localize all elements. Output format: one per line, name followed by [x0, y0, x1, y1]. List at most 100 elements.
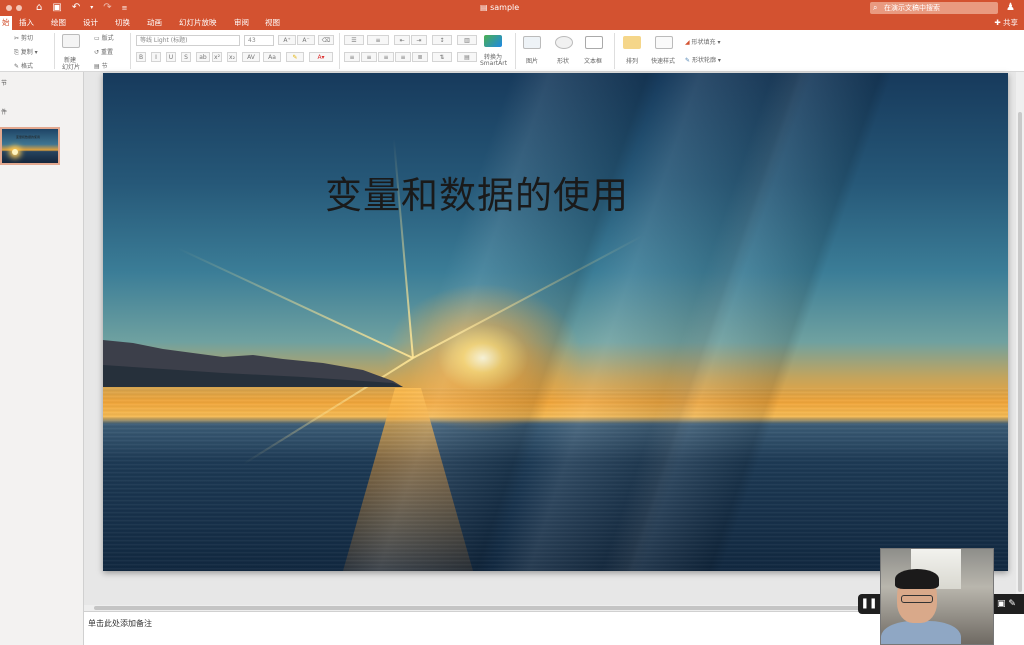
- bold-button[interactable]: B: [136, 52, 146, 62]
- reset-button[interactable]: ↺ 重置: [94, 47, 113, 56]
- undo-icon[interactable]: ↶: [72, 0, 80, 16]
- italic-button[interactable]: I: [151, 52, 161, 62]
- shape-fill-button[interactable]: ◢ 形状填充 ▾: [685, 37, 720, 46]
- horizontal-scroll-thumb[interactable]: [94, 606, 984, 610]
- clear-format-icon[interactable]: ⌫: [318, 35, 334, 45]
- arrange-icon[interactable]: [623, 36, 641, 49]
- tab-animations[interactable]: 动画: [147, 16, 162, 30]
- slide-thumbnail-pane: 节 件 变量和数据的使用: [0, 72, 84, 645]
- tab-view[interactable]: 视图: [265, 16, 280, 30]
- align-right-button[interactable]: ≡: [378, 52, 394, 62]
- subscript-button[interactable]: x₂: [227, 52, 237, 62]
- copy-button[interactable]: ⎘ 复制 ▾: [14, 47, 38, 57]
- reset-icon: ↺: [94, 49, 101, 56]
- save-icon[interactable]: ▣: [52, 0, 61, 16]
- recording-toolbar: ▣ ✎: [994, 594, 1024, 614]
- justify-button[interactable]: ≡: [395, 52, 411, 62]
- redo-icon[interactable]: ↷: [103, 0, 111, 16]
- shape-outline-button[interactable]: ✎ 形状轮廓 ▾: [685, 55, 721, 64]
- camera-icon[interactable]: ▣: [997, 599, 1006, 609]
- slide[interactable]: 变量和数据的使用: [103, 73, 1008, 571]
- picture-icon[interactable]: [523, 36, 541, 49]
- grow-font-button[interactable]: A⁺: [278, 35, 296, 45]
- tab-review[interactable]: 审阅: [234, 16, 249, 30]
- webcam-overlay[interactable]: [880, 548, 994, 645]
- copy-icon: ⎘: [14, 49, 21, 56]
- webcam-person-hair: [895, 569, 939, 589]
- picture-button[interactable]: 图片: [526, 56, 538, 65]
- align-left-button[interactable]: ≡: [344, 52, 360, 62]
- scissors-icon: ✂: [14, 35, 21, 42]
- arrange-button[interactable]: 排列: [626, 56, 638, 65]
- font-size-select[interactable]: 43: [244, 35, 274, 46]
- copy-dropdown-icon: ▾: [32, 49, 38, 56]
- highlight-color-button[interactable]: ✎: [286, 52, 304, 62]
- tab-slideshow[interactable]: 幻灯片放映: [179, 16, 217, 30]
- increase-indent-button[interactable]: ⇥: [411, 35, 427, 45]
- quick-styles-button[interactable]: 快速样式: [651, 56, 675, 65]
- numbering-button[interactable]: ≡: [367, 35, 389, 45]
- new-slide-label-2[interactable]: 幻灯片: [62, 62, 80, 71]
- pen-icon: ✎: [685, 57, 692, 64]
- strikethrough-button[interactable]: ab: [196, 52, 210, 62]
- shapes-icon[interactable]: [555, 36, 573, 49]
- tab-home[interactable]: 始: [0, 16, 12, 30]
- thumbnail-title: 变量和数据的使用: [16, 135, 41, 139]
- ribbon-tabs: 始 插入 绘图 设计 切换 动画 幻灯片放映 审阅 视图 ✚ 共享: [0, 16, 1024, 30]
- tab-insert[interactable]: 插入: [19, 16, 34, 30]
- user-icon[interactable]: ♟: [1006, 0, 1015, 16]
- tab-draw[interactable]: 绘图: [51, 16, 66, 30]
- ribbon-separator: [614, 33, 615, 69]
- search-placeholder: 在演示文稿中搜索: [884, 4, 940, 12]
- undo-dropdown-icon[interactable]: ▾: [90, 0, 93, 16]
- customize-toolbar-icon[interactable]: ≡: [122, 0, 128, 16]
- slide-thumbnail-1[interactable]: 变量和数据的使用: [0, 127, 60, 165]
- smartart-label-2[interactable]: SmartArt: [480, 60, 507, 67]
- ribbon-separator: [54, 33, 55, 69]
- home-icon[interactable]: ⌂: [36, 0, 42, 16]
- pause-recording-button[interactable]: ❚❚: [858, 594, 880, 614]
- layout-icon: ▭: [94, 35, 102, 42]
- align-text-button[interactable]: ▤: [457, 52, 477, 62]
- change-case-button[interactable]: Aa: [263, 52, 281, 62]
- underline-button[interactable]: U: [166, 52, 176, 62]
- ribbon-separator: [130, 33, 131, 69]
- line-spacing-button[interactable]: ↕: [432, 35, 452, 45]
- columns-button[interactable]: ▥: [457, 35, 477, 45]
- vertical-scrollbar[interactable]: [1016, 72, 1024, 605]
- document-title: ▤ sample: [480, 3, 520, 12]
- window-minimize-button[interactable]: [16, 5, 22, 11]
- decrease-indent-button[interactable]: ⇤: [394, 35, 410, 45]
- align-center-button[interactable]: ≡: [361, 52, 377, 62]
- webcam-person-body: [881, 621, 961, 644]
- shapes-button[interactable]: 形状: [557, 56, 569, 65]
- shrink-font-button[interactable]: A⁻: [297, 35, 315, 45]
- textbox-icon[interactable]: [585, 36, 603, 49]
- textbox-button[interactable]: 文本框: [584, 56, 602, 65]
- vertical-scroll-thumb[interactable]: [1018, 112, 1022, 592]
- smartart-icon[interactable]: [484, 35, 502, 47]
- distribute-button[interactable]: ≣: [412, 52, 428, 62]
- new-slide-icon[interactable]: [62, 34, 80, 48]
- font-name-select[interactable]: 等线 Light (标题): [136, 35, 240, 46]
- quick-styles-icon[interactable]: [655, 36, 673, 49]
- notes-placeholder[interactable]: 单击此处添加备注: [88, 618, 152, 629]
- share-button[interactable]: ✚ 共享: [994, 16, 1018, 30]
- superscript-button[interactable]: x²: [212, 52, 222, 62]
- window-close-button[interactable]: [6, 5, 12, 11]
- bullets-button[interactable]: ☰: [344, 35, 364, 45]
- tab-design[interactable]: 设计: [83, 16, 98, 30]
- shadow-button[interactable]: S: [181, 52, 191, 62]
- slide-title[interactable]: 变量和数据的使用: [325, 165, 629, 219]
- pen-icon[interactable]: ✎: [1008, 599, 1016, 609]
- text-direction-button[interactable]: ⇅: [432, 52, 452, 62]
- section-button[interactable]: ▤ 节: [94, 61, 108, 70]
- cut-button[interactable]: ✂ 剪切: [14, 33, 33, 42]
- layout-button[interactable]: ▭ 版式: [94, 33, 114, 42]
- font-color-button[interactable]: A▾: [309, 52, 333, 62]
- char-spacing-button[interactable]: AV: [242, 52, 260, 62]
- tab-transitions[interactable]: 切换: [115, 16, 130, 30]
- search-input[interactable]: ⌕ 在演示文稿中搜索: [870, 2, 998, 14]
- pane-label: 节: [1, 80, 8, 87]
- format-painter-button[interactable]: ✎ 格式: [14, 61, 33, 70]
